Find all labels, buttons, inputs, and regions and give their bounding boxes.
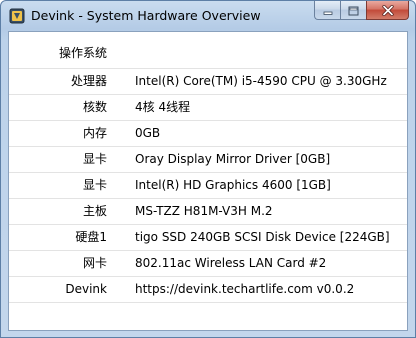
title-bar[interactable]: Devink - System Hardware Overview: [1, 1, 415, 31]
row-label: 核数: [9, 94, 135, 121]
table-row: 内存 0GB: [9, 120, 407, 147]
table-row: 操作系统: [9, 32, 407, 69]
window-title: Devink - System Hardware Overview: [31, 8, 261, 23]
row-value: tigo SSD 240GB SCSI Disk Device [224GB]: [135, 224, 407, 251]
row-value: [135, 32, 407, 69]
maximize-button[interactable]: [340, 1, 366, 20]
devink-app-icon[interactable]: [9, 8, 25, 24]
row-label: Devink: [9, 276, 135, 303]
row-label: 内存: [9, 120, 135, 147]
row-value: https://devink.techartlife.com v0.0.2: [135, 276, 407, 303]
table-row: 硬盘1 tigo SSD 240GB SCSI Disk Device [224…: [9, 224, 407, 251]
hardware-info-table: 操作系统 处理器 Intel(R) Core(TM) i5-4590 CPU @…: [9, 32, 407, 303]
minimize-icon: [323, 1, 333, 20]
app-window: Devink - System Hardware Overview 操作系统 处…: [0, 0, 416, 338]
row-label: 操作系统: [9, 32, 135, 69]
row-label: 硬盘1: [9, 224, 135, 251]
row-value: 4核 4线程: [135, 94, 407, 121]
row-label: 主板: [9, 198, 135, 225]
row-label: 处理器: [9, 68, 135, 95]
row-value: Intel(R) Core(TM) i5-4590 CPU @ 3.30GHz: [135, 68, 407, 95]
row-value: MS-TZZ H81M-V3H M.2: [135, 198, 407, 225]
hardware-overview-panel: 操作系统 处理器 Intel(R) Core(TM) i5-4590 CPU @…: [8, 31, 408, 331]
table-row: 处理器 Intel(R) Core(TM) i5-4590 CPU @ 3.30…: [9, 68, 407, 95]
table-row: 主板 MS-TZZ H81M-V3H M.2: [9, 198, 407, 225]
maximize-icon: [348, 1, 359, 20]
row-value: Intel(R) HD Graphics 4600 [1GB]: [135, 172, 407, 199]
table-row: 网卡 802.11ac Wireless LAN Card #2: [9, 250, 407, 277]
row-label: 网卡: [9, 250, 135, 277]
row-value: Oray Display Mirror Driver [0GB]: [135, 146, 407, 173]
table-row: Devink https://devink.techartlife.com v0…: [9, 276, 407, 303]
row-value: 0GB: [135, 120, 407, 147]
table-row: 核数 4核 4线程: [9, 94, 407, 121]
minimize-button[interactable]: [314, 1, 340, 20]
close-button[interactable]: [366, 1, 409, 20]
caption-buttons: [314, 1, 409, 21]
close-icon: [381, 1, 394, 20]
row-value: 802.11ac Wireless LAN Card #2: [135, 250, 407, 277]
row-label: 显卡: [9, 172, 135, 199]
table-row: 显卡 Intel(R) HD Graphics 4600 [1GB]: [9, 172, 407, 199]
row-label: 显卡: [9, 146, 135, 173]
table-row: 显卡 Oray Display Mirror Driver [0GB]: [9, 146, 407, 173]
